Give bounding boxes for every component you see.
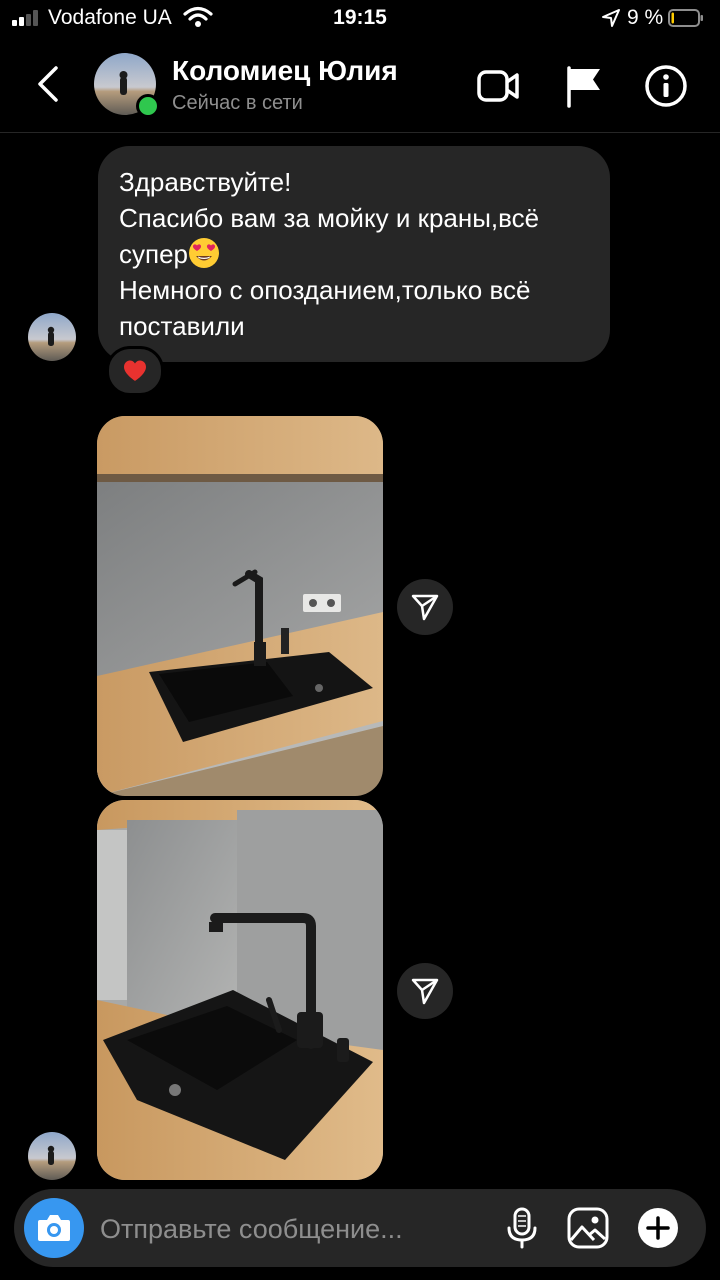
heart-icon	[124, 360, 146, 381]
sink-photo-1[interactable]	[97, 416, 383, 796]
carrier-name: Vodafone UA	[48, 6, 172, 29]
contact-name[interactable]: Коломиец Юлия	[172, 55, 398, 87]
sender-avatar[interactable]	[28, 313, 76, 361]
video-call-icon[interactable]	[474, 62, 522, 110]
heart-reaction[interactable]	[106, 346, 164, 396]
status-bar: Vodafone UA 19:15 9 %	[0, 0, 720, 36]
share-button[interactable]	[397, 579, 453, 635]
cellular-signal-icon	[12, 10, 42, 26]
flag-icon[interactable]	[560, 62, 608, 110]
share-button[interactable]	[397, 963, 453, 1019]
heart-eyes-emoji-icon	[189, 238, 219, 268]
message-line: Спасибо вам за мойку и краны,всё	[119, 203, 540, 233]
message-composer	[14, 1189, 706, 1267]
camera-icon	[38, 1215, 70, 1241]
online-indicator	[136, 94, 160, 118]
location-arrow-icon	[602, 9, 620, 27]
plus-icon[interactable]	[634, 1204, 682, 1252]
info-icon[interactable]	[642, 62, 690, 110]
back-icon[interactable]	[28, 62, 68, 106]
share-icon	[411, 594, 439, 621]
microphone-icon[interactable]	[498, 1204, 546, 1252]
battery-icon	[668, 9, 703, 27]
contact-status: Сейчас в сети	[172, 92, 303, 114]
message-line: супер	[119, 236, 588, 272]
wifi-icon	[183, 6, 213, 27]
message-line-text: супер	[119, 239, 188, 269]
message-input[interactable]	[98, 1209, 482, 1249]
kitchen-sink-image	[97, 800, 383, 1180]
message-line: Немного с опозданием,только всё	[119, 275, 531, 305]
message-bubble[interactable]: Здравствуйте! Спасибо вам за мойку и кра…	[98, 146, 610, 362]
kitchen-sink-image	[97, 416, 383, 796]
message-line: Здравствуйте!	[119, 167, 292, 197]
chat-header: Коломиец Юлия Сейчас в сети	[0, 40, 720, 133]
sender-avatar[interactable]	[28, 1132, 76, 1180]
battery-percent: 9 %	[627, 6, 664, 29]
sink-photo-2[interactable]	[97, 800, 383, 1180]
gallery-icon[interactable]	[564, 1204, 612, 1252]
camera-button[interactable]	[24, 1198, 84, 1258]
share-icon	[411, 978, 439, 1005]
message-line: поставили	[119, 311, 245, 341]
